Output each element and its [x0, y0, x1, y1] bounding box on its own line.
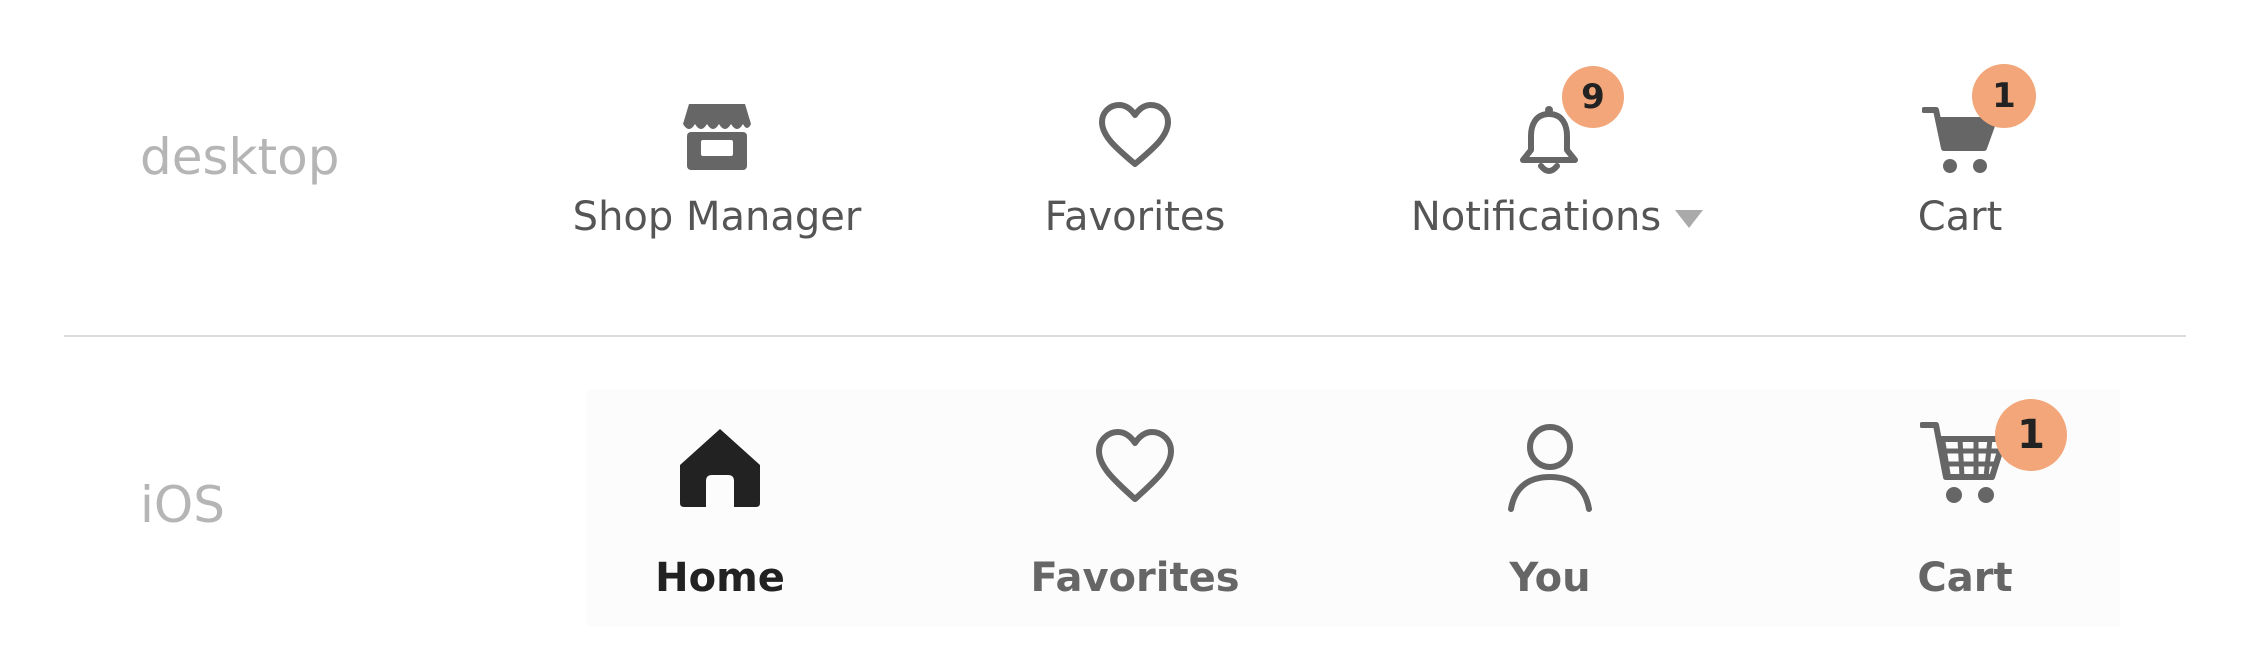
tab-cart[interactable]: Cart 1 — [1805, 399, 2125, 615]
nav-label-notifications: Notifications — [1387, 194, 1727, 240]
cart-badge: 1 — [1995, 399, 2067, 471]
nav-item-cart[interactable]: Cart 1 — [1800, 64, 2120, 248]
nav-label-shop-manager: Shop Manager — [572, 194, 862, 240]
tab-label-cart: Cart — [1917, 555, 2013, 601]
tab-label-home: Home — [655, 555, 785, 601]
tab-you[interactable]: You — [1390, 415, 1710, 615]
tab-label-favorites: Favorites — [1030, 555, 1240, 601]
tab-favorites[interactable]: Favorites — [975, 415, 1295, 615]
platform-label-desktop: desktop — [140, 128, 340, 186]
nav-label-cart: Cart — [1917, 194, 2003, 240]
nav-label-favorites: Favorites — [1044, 194, 1226, 240]
person-icon — [1507, 421, 1593, 518]
nav-item-shop-manager[interactable]: Shop Manager — [557, 98, 877, 248]
cart-badge: 1 — [1972, 64, 2036, 128]
platform-label-ios: iOS — [140, 476, 225, 534]
tab-home[interactable]: Home — [560, 415, 880, 615]
heart-icon — [1093, 427, 1177, 510]
tab-label-you: You — [1509, 555, 1591, 601]
notifications-badge: 9 — [1562, 66, 1624, 128]
caret-down-icon — [1675, 210, 1704, 228]
home-icon — [678, 425, 762, 514]
nav-item-favorites[interactable]: Favorites — [975, 98, 1295, 248]
nav-item-notifications[interactable]: Notifications 9 — [1387, 66, 1727, 248]
section-divider — [64, 335, 2186, 337]
storefront-icon — [681, 102, 753, 177]
heart-icon — [1096, 100, 1174, 175]
